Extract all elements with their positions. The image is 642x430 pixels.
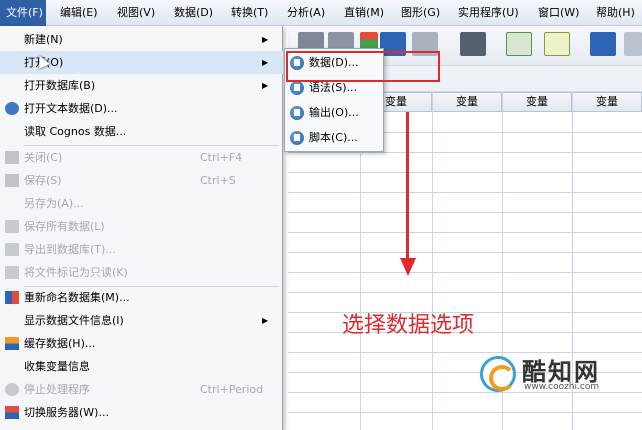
insert-variable-icon[interactable]: [544, 32, 570, 56]
grid-line: [288, 232, 642, 233]
menu-item-switch-server[interactable]: 切换服务器(W)...: [0, 401, 283, 424]
stop-icon: [5, 383, 19, 396]
menu-item-display-file-info[interactable]: 显示数据文件信息(I) ▶: [0, 309, 283, 332]
rename-dataset-icon: [5, 291, 19, 304]
submenu-item-script[interactable]: 脚本(C)...: [285, 127, 383, 149]
syntax-file-icon: [290, 81, 304, 95]
menu-item-export-database[interactable]: 导出到数据库(T)...: [0, 238, 283, 261]
menu-item-shortcut: Ctrl+Period: [200, 383, 264, 396]
submenu-arrow-icon: ▶: [262, 58, 269, 67]
menu-item-save-all[interactable]: 保存所有数据(L): [0, 215, 283, 238]
menu-item-rename-dataset[interactable]: 重新命名数据集(M)...: [0, 286, 283, 309]
menu-item-label: 将文件标记为只读(K): [24, 266, 128, 279]
file-menu: 新建(N) ▶ 打开(O) ▶ 打开数据库(B) ▶ 打开文本数据(D)... …: [0, 26, 283, 430]
menu-item-label: 切换服务器(W)...: [24, 406, 109, 419]
insert-cases-icon[interactable]: [506, 32, 532, 56]
menu-item-mark-read-only[interactable]: 将文件标记为只读(K): [0, 261, 283, 284]
save-all-icon: [5, 220, 19, 233]
column-header[interactable]: 变量: [502, 92, 572, 112]
grid-line: [288, 252, 642, 253]
cache-data-icon: [5, 337, 19, 350]
grid-line: [288, 292, 642, 293]
grid-line: [288, 172, 642, 173]
submenu-arrow-icon: ▶: [262, 316, 269, 325]
menu-transform[interactable]: 转换(T): [231, 0, 268, 26]
output-file-icon: [290, 106, 304, 120]
menu-item-label: 导出到数据库(T)...: [24, 243, 116, 256]
submenu-item-label: 脚本(C)...: [309, 131, 358, 144]
menu-analyze[interactable]: 分析(A): [287, 0, 325, 26]
read-only-icon: [5, 266, 19, 279]
menu-item-label: 关闭(C): [24, 151, 63, 164]
submenu-arrow-icon: ▶: [262, 35, 269, 44]
menu-view[interactable]: 视图(V): [117, 0, 155, 26]
grid-line: [288, 272, 642, 273]
column-header[interactable]: 变量: [432, 92, 502, 112]
menu-item-label: 保存(S): [24, 174, 62, 187]
menu-item-label: 保存所有数据(L): [24, 220, 105, 233]
text-data-icon: [5, 102, 19, 115]
menu-item-stop-processor[interactable]: 停止处理程序 Ctrl+Period: [0, 378, 283, 401]
menu-file[interactable]: 文件(F): [0, 0, 46, 26]
menu-item-label: 停止处理程序: [24, 383, 90, 396]
grid-line: [288, 412, 642, 413]
menu-window[interactable]: 窗口(W): [538, 0, 579, 26]
switch-server-icon: [5, 406, 19, 419]
menu-item-save-as[interactable]: 另存为(A)...: [0, 192, 283, 215]
menu-item-label: 显示数据文件信息(I): [24, 314, 124, 327]
menu-item-save[interactable]: 保存(S) Ctrl+S: [0, 169, 283, 192]
menu-item-label: 读取 Cognos 数据...: [24, 125, 127, 138]
menu-item-label: 收集变量信息: [24, 360, 90, 373]
menu-item-label: 打开文本数据(D)...: [24, 102, 118, 115]
menu-help[interactable]: 帮助(H): [596, 0, 635, 26]
watermark-url: www.coozhi.com: [524, 382, 600, 392]
save-icon: [5, 174, 19, 187]
submenu-arrow-icon: ▶: [262, 81, 269, 90]
watermark: 酷知网 www.coozhi.com: [480, 352, 630, 402]
menu-item-label: 新建(N): [24, 33, 63, 46]
menu-item-cache-data[interactable]: 缓存数据(H)...: [0, 332, 283, 355]
menu-utilities[interactable]: 实用程序(U): [458, 0, 519, 26]
weight-icon[interactable]: [624, 32, 642, 56]
binoculars-icon[interactable]: [460, 32, 486, 56]
menu-item-label: 重新命名数据集(M)...: [24, 291, 130, 304]
menu-edit[interactable]: 编辑(E): [60, 0, 98, 26]
menu-item-shortcut: Ctrl+F4: [200, 151, 243, 164]
menu-item-shortcut: Ctrl+S: [200, 174, 236, 187]
submenu-item-output[interactable]: 输出(O)...: [285, 102, 383, 124]
annotation-caption: 选择数据选项: [342, 313, 475, 338]
menu-item-label: 打开数据库(B): [24, 79, 96, 92]
menu-item-read-cognos[interactable]: 读取 Cognos 数据...: [0, 120, 283, 143]
close-file-icon: [5, 151, 19, 164]
menu-item-open-text-data[interactable]: 打开文本数据(D)...: [0, 97, 283, 120]
grid-line: [432, 92, 433, 430]
script-file-icon: [290, 131, 304, 145]
menu-item-label: 另存为(A)...: [24, 197, 84, 210]
menu-bar: 文件(F) 编辑(E) 视图(V) 数据(D) 转换(T) 分析(A) 直销(M…: [0, 0, 642, 26]
export-database-icon: [5, 243, 19, 256]
split-file-icon[interactable]: [590, 32, 616, 56]
annotation-arrow-head-icon: [400, 258, 416, 276]
menu-item-close[interactable]: 关闭(C) Ctrl+F4: [0, 146, 283, 169]
column-header[interactable]: 变量: [572, 92, 642, 112]
highlight-box: [286, 51, 440, 82]
annotation-arrow-shaft: [406, 112, 409, 262]
menu-direct-marketing[interactable]: 直销(M): [344, 0, 384, 26]
grid-line: [288, 152, 642, 153]
grid-line: [288, 192, 642, 193]
menu-data[interactable]: 数据(D): [174, 0, 213, 26]
menu-graphs[interactable]: 图形(G): [401, 0, 440, 26]
submenu-item-label: 输出(O)...: [309, 106, 359, 119]
watermark-logo-icon: [480, 356, 516, 392]
menu-item-open-database[interactable]: 打开数据库(B) ▶: [0, 74, 283, 97]
menu-item-new[interactable]: 新建(N) ▶: [0, 28, 283, 51]
menu-item-label: 缓存数据(H)...: [24, 337, 96, 350]
menu-item-collect-variable-info[interactable]: 收集变量信息: [0, 355, 283, 378]
grid-line: [288, 212, 642, 213]
